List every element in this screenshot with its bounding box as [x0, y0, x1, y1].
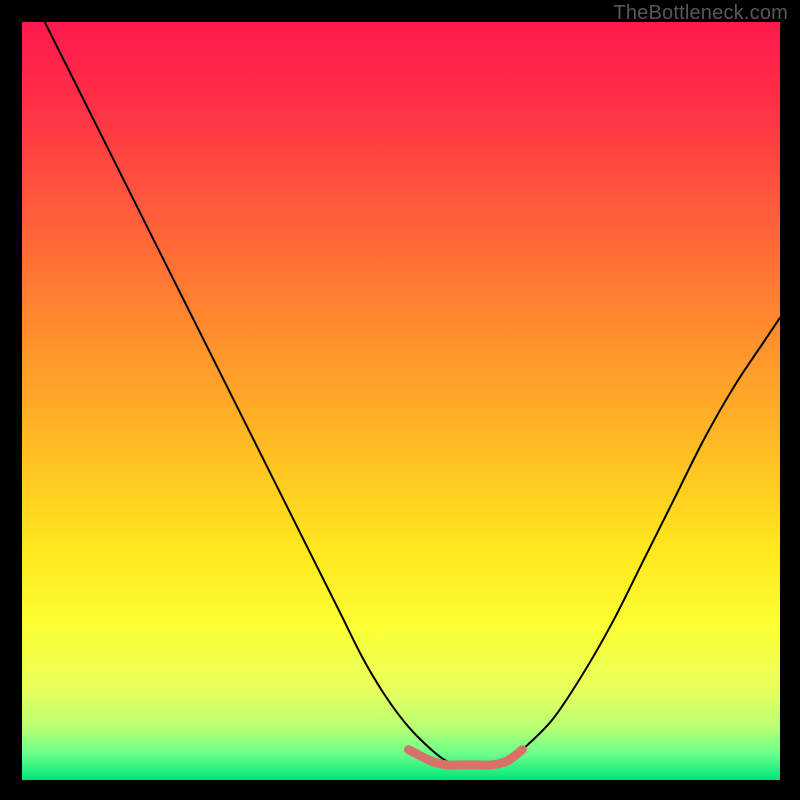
gradient-background	[22, 22, 780, 780]
chart-plot	[22, 22, 780, 780]
chart-frame: TheBottleneck.com	[0, 0, 800, 800]
chart-svg	[22, 22, 780, 780]
watermark-text: TheBottleneck.com	[613, 2, 788, 25]
